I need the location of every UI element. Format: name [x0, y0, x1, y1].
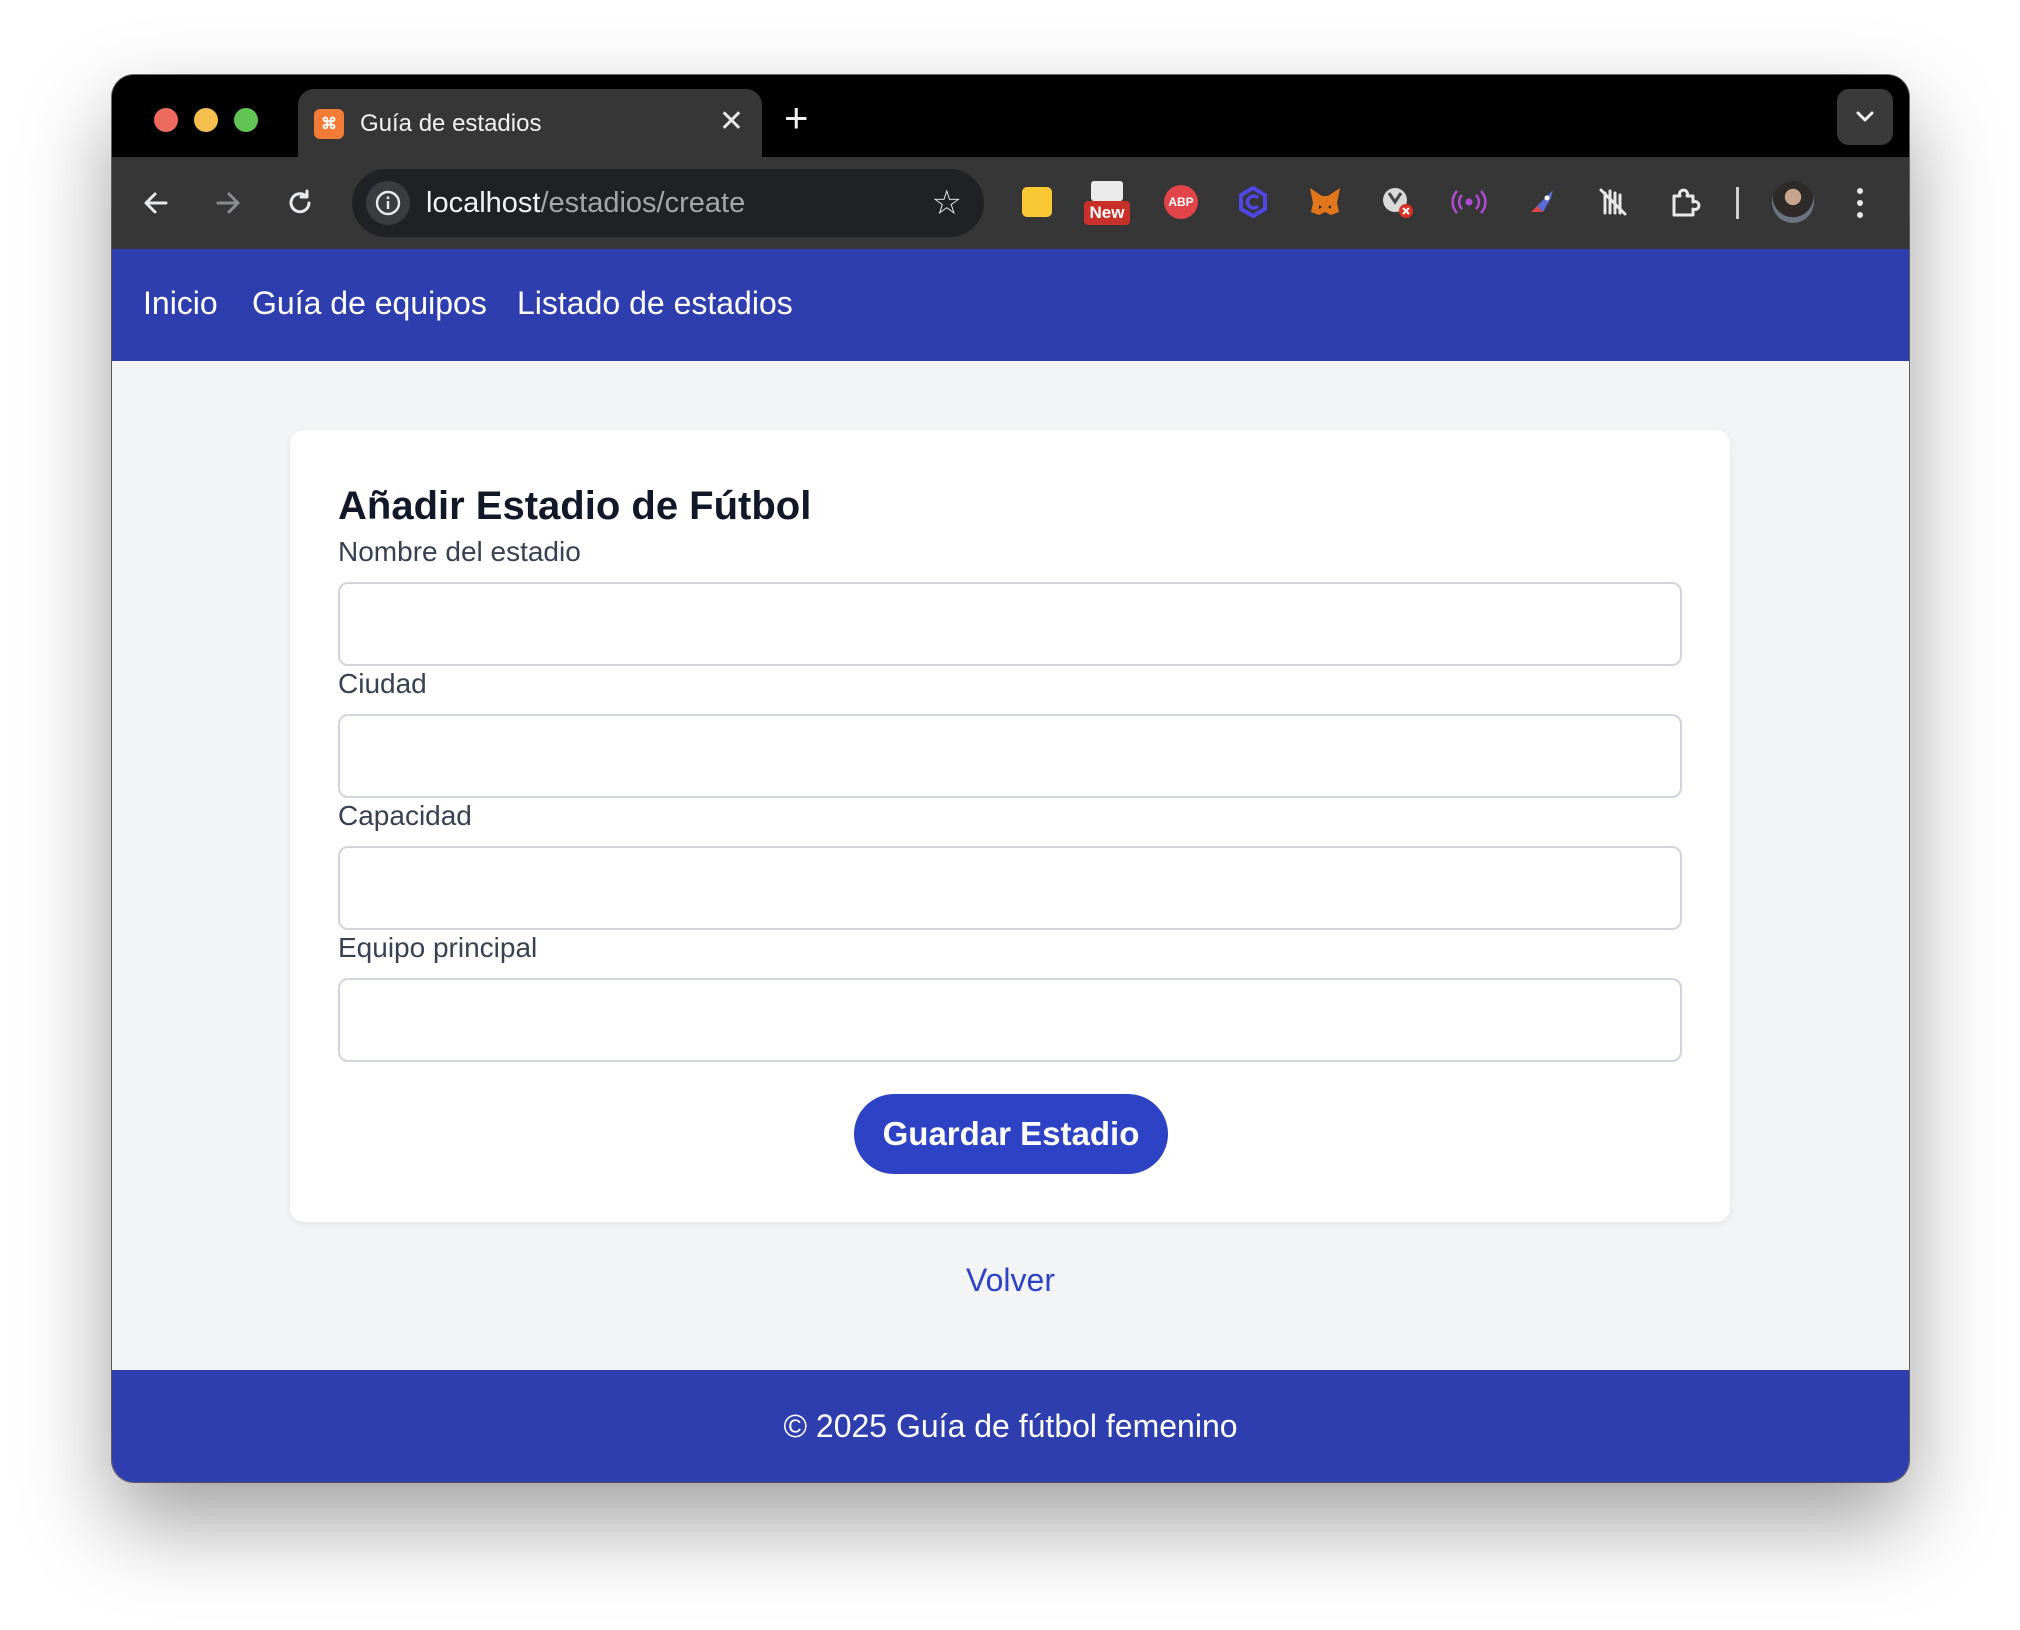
arrow-right-icon — [216, 192, 240, 214]
news-extension-icon[interactable]: New — [1084, 181, 1130, 225]
abp-label: ABP — [1164, 185, 1198, 219]
page-content: Inicio Guía de equipos Listado de estadi… — [112, 249, 1909, 1482]
xampp-favicon-icon: ⌘ — [314, 109, 344, 139]
new-tab-button[interactable]: + — [784, 93, 809, 143]
label-nombre-estadio: Nombre del estadio — [338, 536, 581, 567]
capacidad-input[interactable] — [338, 846, 1682, 930]
metamask-fox-icon[interactable] — [1304, 181, 1346, 223]
label-capacidad: Capacidad — [338, 800, 472, 831]
rocket-extension-icon[interactable] — [1520, 181, 1562, 223]
reload-button[interactable] — [278, 181, 322, 225]
profile-avatar[interactable] — [1772, 181, 1814, 223]
browser-menu-icon[interactable] — [1850, 181, 1870, 225]
hexagon-extension-icon[interactable] — [1232, 181, 1274, 223]
nombre-estadio-input[interactable] — [338, 582, 1682, 666]
new-badge: New — [1084, 201, 1130, 225]
browser-window: ⌘ Guía de estadios ✕ + localhost/estadio… — [112, 75, 1909, 1482]
toolbar-separator — [1736, 187, 1739, 219]
no-tracking-icon[interactable] — [1592, 181, 1634, 223]
url-host: localhost — [426, 187, 541, 219]
nav-link-inicio[interactable]: Inicio — [143, 285, 218, 322]
blocked-extension-icon[interactable] — [1376, 181, 1418, 223]
reload-icon — [289, 189, 311, 214]
broadcast-extension-icon[interactable] — [1448, 181, 1490, 223]
site-footer: © 2025 Guía de fútbol femenino — [112, 1370, 1909, 1482]
chevron-down-icon — [1856, 111, 1874, 122]
minimize-window-button[interactable] — [194, 108, 218, 132]
zoom-window-button[interactable] — [234, 108, 258, 132]
tab-search-button[interactable] — [1837, 89, 1893, 145]
site-navbar: Inicio Guía de equipos Listado de estadi… — [112, 249, 1909, 361]
volver-link[interactable]: Volver — [112, 1262, 1909, 1299]
keep-extension-icon[interactable] — [1016, 181, 1058, 223]
tab-close-icon[interactable]: ✕ — [719, 105, 744, 139]
adblock-plus-icon[interactable]: ABP — [1160, 181, 1202, 223]
nav-link-estadios[interactable]: Listado de estadios — [517, 285, 793, 322]
footer-copyright: © 2025 Guía de fútbol femenino — [783, 1408, 1238, 1444]
label-equipo-principal: Equipo principal — [338, 932, 538, 963]
tab-strip: ⌘ Guía de estadios ✕ + — [112, 75, 1909, 157]
arrow-left-icon — [144, 192, 168, 214]
address-bar[interactable]: localhost/estadios/create ☆ — [352, 169, 984, 237]
label-ciudad: Ciudad — [338, 668, 427, 699]
ciudad-input[interactable] — [338, 714, 1682, 798]
form-card: Añadir Estadio de Fútbol Nombre del esta… — [290, 430, 1730, 1222]
tab-active[interactable]: ⌘ Guía de estadios ✕ — [298, 89, 762, 157]
browser-toolbar: localhost/estadios/create ☆ New ABP — [112, 157, 1909, 249]
url-text: localhost/estadios/create — [426, 187, 745, 220]
site-info-icon[interactable] — [366, 181, 410, 225]
forward-button[interactable] — [206, 181, 250, 225]
nav-link-equipos[interactable]: Guía de equipos — [252, 285, 487, 322]
url-path: /estadios/create — [540, 187, 746, 219]
equipo-principal-input[interactable] — [338, 978, 1682, 1062]
back-button[interactable] — [134, 181, 178, 225]
form-title: Añadir Estadio de Fútbol — [338, 484, 812, 528]
tab-title: Guía de estadios — [360, 110, 542, 137]
extensions-puzzle-icon[interactable] — [1664, 181, 1706, 223]
guardar-estadio-button[interactable]: Guardar Estadio — [854, 1094, 1168, 1174]
bookmark-star-icon[interactable]: ☆ — [932, 183, 962, 223]
close-window-button[interactable] — [154, 108, 178, 132]
